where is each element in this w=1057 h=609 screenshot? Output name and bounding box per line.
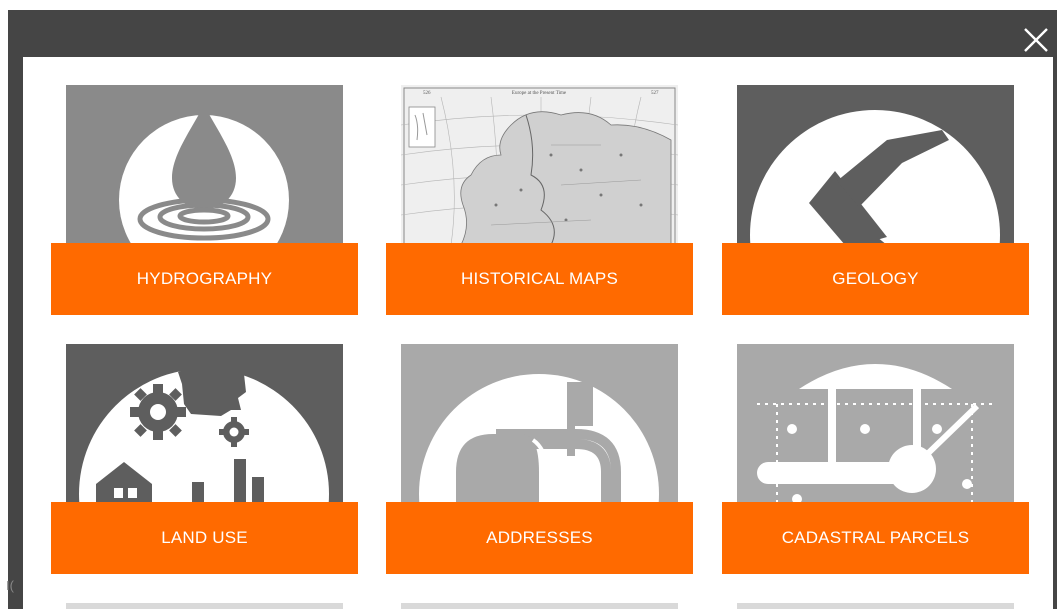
geology-image xyxy=(737,85,1014,245)
tile-cadastral-parcels[interactable]: CADASTRAL PARCELS xyxy=(722,344,1029,574)
tile-label: GEOLOGY xyxy=(722,243,1029,315)
land-use-icon xyxy=(66,344,343,504)
top-bar xyxy=(0,0,1057,10)
water-drop-icon xyxy=(66,85,343,245)
tile-label: HISTORICAL MAPS xyxy=(386,243,693,315)
tile-label: HYDROGRAPHY xyxy=(51,243,358,315)
historical-map-thumbnail: 526 Europe at the Present Time 527 xyxy=(401,85,678,245)
tile-label: LAND USE xyxy=(51,502,358,574)
category-dialog: HYDROGRAPHY 526 Europe at the Present Ti… xyxy=(23,57,1053,609)
map-page-right: 527 xyxy=(651,91,659,96)
page-left-edge xyxy=(0,10,8,609)
next-row-tile-edge xyxy=(401,603,678,609)
rock-hammer-icon xyxy=(737,85,1014,245)
mailbox-icon xyxy=(401,344,678,504)
close-icon[interactable] xyxy=(1019,23,1053,57)
background-text: I( xyxy=(6,578,14,593)
tile-hydrography[interactable]: HYDROGRAPHY xyxy=(51,85,358,315)
historical-maps-image: 526 Europe at the Present Time 527 xyxy=(401,85,678,245)
tile-label: ADDRESSES xyxy=(386,502,693,574)
tile-addresses[interactable]: ADDRESSES xyxy=(386,344,693,574)
tile-geology[interactable]: GEOLOGY xyxy=(722,85,1029,315)
cadastral-parcels-image xyxy=(737,344,1014,504)
tile-historical-maps[interactable]: 526 Europe at the Present Time 527 HISTO… xyxy=(386,85,693,315)
hydrography-image xyxy=(66,85,343,245)
tile-land-use[interactable]: LAND USE xyxy=(51,344,358,574)
addresses-image xyxy=(401,344,678,504)
tile-label: CADASTRAL PARCELS xyxy=(722,502,1029,574)
next-row-tile-edge xyxy=(737,603,1014,609)
map-title: Europe at the Present Time xyxy=(512,91,567,96)
map-page-left: 526 xyxy=(423,91,431,96)
land-use-image xyxy=(66,344,343,504)
next-row-tile-edge xyxy=(66,603,343,609)
surveyor-parcels-icon xyxy=(737,344,1014,504)
